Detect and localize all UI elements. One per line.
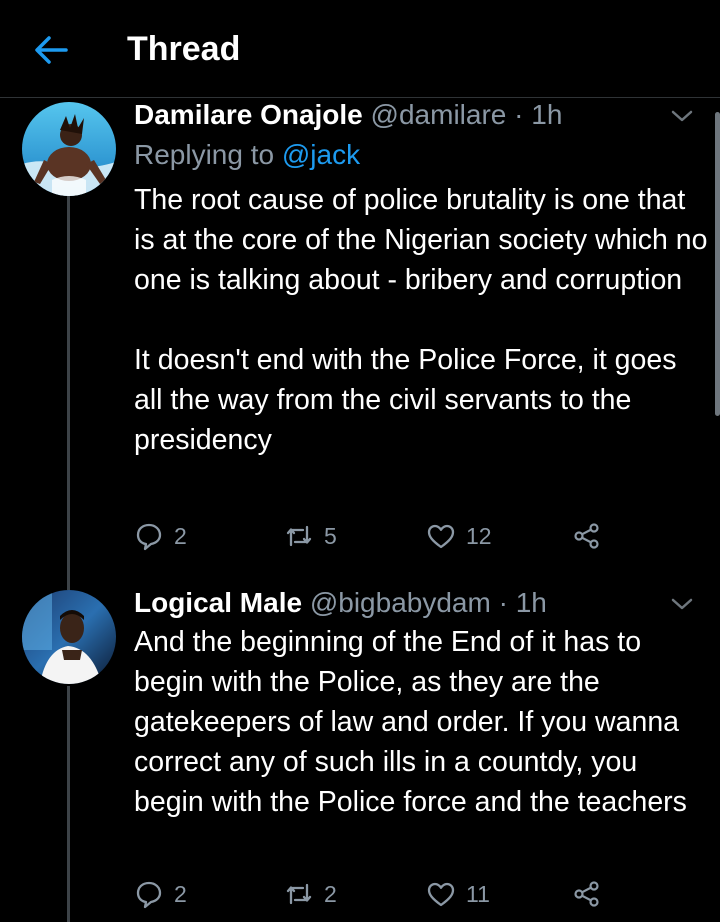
heart-icon [427, 524, 455, 549]
chevron-down-icon[interactable] [668, 590, 696, 618]
back-arrow-icon[interactable] [30, 32, 70, 68]
retweet-count: 2 [324, 880, 337, 907]
like-button[interactable]: 12 [426, 516, 492, 556]
thread-connector-line [67, 686, 70, 922]
page-title: Thread [127, 30, 241, 68]
tweet-text: The root cause of police brutality is on… [134, 180, 709, 460]
tweet-paragraph: It doesn't end with the Police Force, it… [134, 344, 677, 456]
reply-count: 2 [174, 522, 187, 549]
display-name[interactable]: Damilare Onajole [134, 99, 363, 130]
meta-separator: · [490, 587, 516, 618]
retweet-icon [286, 525, 312, 547]
thread-connector-line [67, 194, 70, 578]
tweet-paragraph: And the beginning of the End of it has t… [134, 626, 687, 818]
share-icon [574, 523, 599, 549]
like-button[interactable]: 11 [426, 874, 490, 914]
timestamp: 1h [515, 587, 547, 618]
replying-to-label: Replying to [134, 139, 282, 170]
reply-button[interactable]: 2 [134, 516, 187, 556]
retweet-count: 5 [324, 522, 337, 549]
reply-count: 2 [174, 880, 187, 907]
tweet-paragraph-spacer [134, 300, 709, 340]
retweet-button[interactable]: 2 [284, 874, 337, 914]
share-button[interactable] [572, 874, 602, 914]
chevron-down-icon[interactable] [668, 102, 696, 130]
user-handle[interactable]: @bigbabydam [310, 587, 491, 618]
avatar[interactable] [22, 102, 116, 196]
tweet-text: And the beginning of the End of it has t… [134, 622, 709, 822]
share-icon [574, 881, 599, 907]
heart-icon [427, 882, 455, 907]
user-handle[interactable]: @damilare [371, 99, 507, 130]
share-button[interactable] [572, 516, 602, 556]
tweet[interactable]: Logical Male @bigbabydam · 1h And the be… [0, 578, 720, 922]
retweet-icon [286, 883, 312, 905]
tweet-actions: 2 2 11 [134, 874, 614, 914]
avatar[interactable] [22, 590, 116, 684]
top-app-bar: Thread [0, 0, 720, 98]
timestamp: 1h [531, 99, 563, 130]
tweet-actions: 2 5 12 [134, 516, 614, 556]
meta-separator: · [506, 99, 532, 130]
replying-to: Replying to @jack [134, 138, 360, 172]
like-count: 11 [466, 880, 490, 907]
reply-icon [136, 881, 162, 909]
reply-icon [136, 523, 162, 551]
tweet-header: Logical Male @bigbabydam · 1h [134, 586, 547, 620]
tweet[interactable]: Damilare Onajole @damilare · 1h Replying… [0, 98, 720, 578]
tweet-header: Damilare Onajole @damilare · 1h [134, 98, 562, 132]
retweet-button[interactable]: 5 [284, 516, 337, 556]
reply-button[interactable]: 2 [134, 874, 187, 914]
thread-connector-line [67, 578, 70, 590]
display-name[interactable]: Logical Male [134, 587, 302, 618]
replying-to-handle[interactable]: @jack [282, 139, 360, 170]
like-count: 12 [466, 522, 492, 549]
tweet-paragraph: The root cause of police brutality is on… [134, 184, 708, 296]
